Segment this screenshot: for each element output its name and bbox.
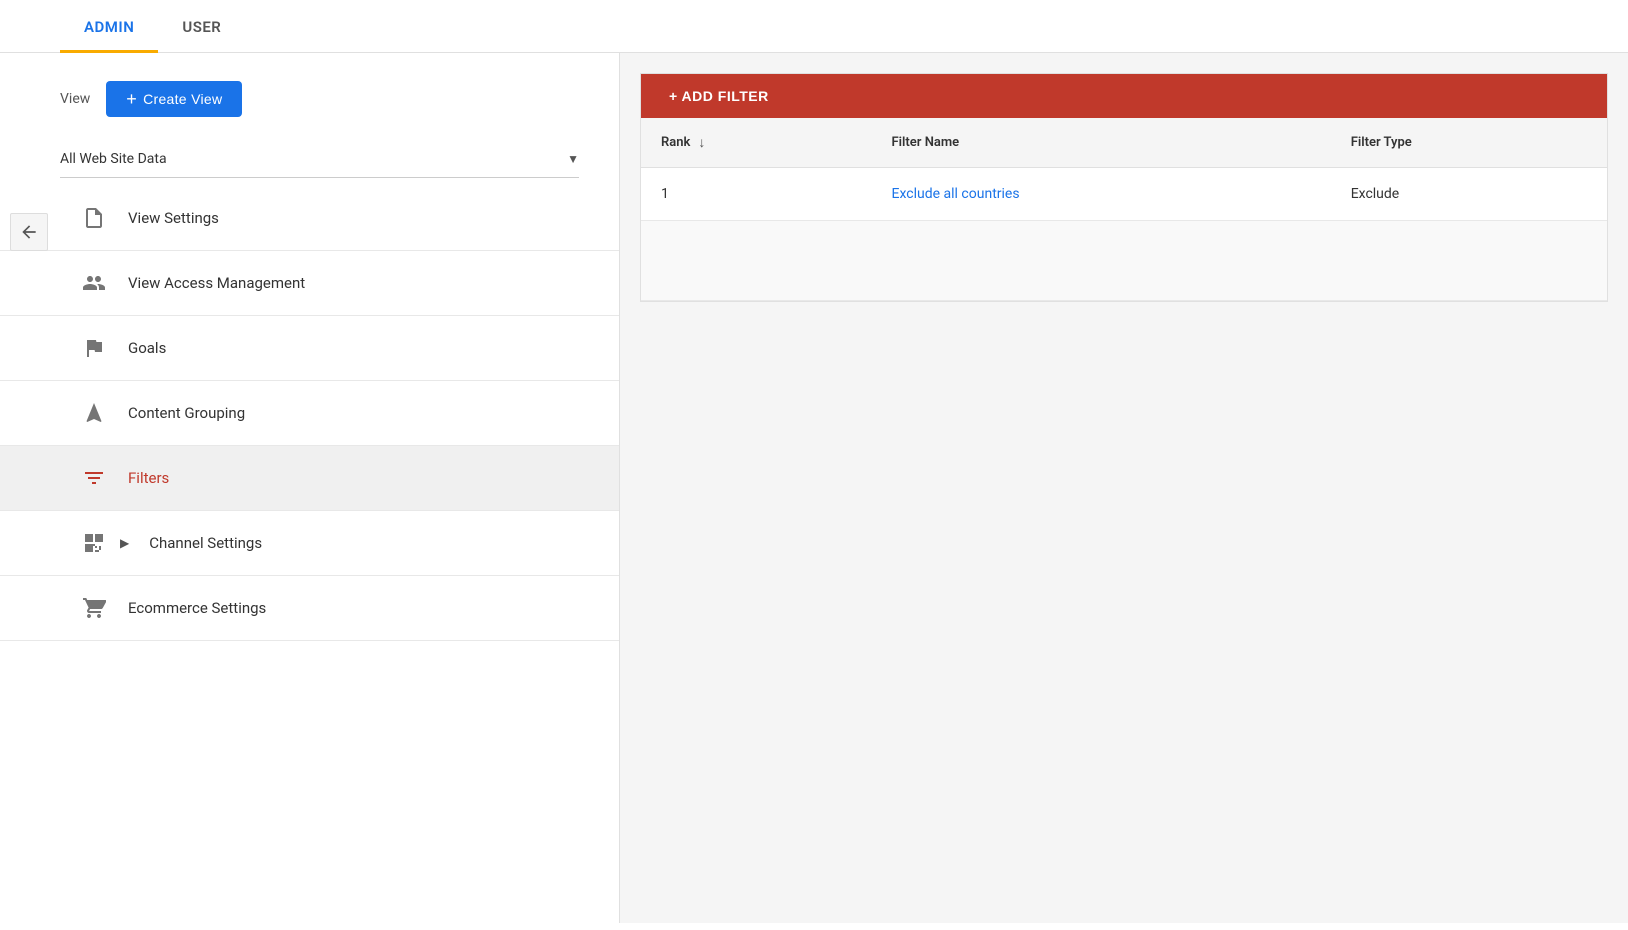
sidebar-item-view-access-management-label: View Access Management: [128, 274, 305, 292]
plus-icon: +: [126, 90, 137, 108]
sidebar-item-ecommerce-settings-label: Ecommerce Settings: [128, 599, 266, 617]
sidebar: View + Create View All Web Site Data ▼: [0, 53, 620, 923]
filter-name-link[interactable]: Exclude all countries: [892, 186, 1020, 202]
people-icon: [80, 269, 108, 297]
channel-icon: [80, 529, 108, 557]
sidebar-item-goals[interactable]: Goals: [0, 316, 619, 381]
view-row: View + Create View: [0, 53, 619, 141]
dropdown-selected-value: All Web Site Data: [60, 141, 567, 177]
content-grouping-icon: [80, 399, 108, 427]
view-dropdown[interactable]: All Web Site Data ▼: [60, 141, 579, 178]
create-view-button[interactable]: + Create View: [106, 81, 242, 117]
add-filter-button[interactable]: + ADD FILTER: [641, 74, 1607, 118]
content-area: + ADD FILTER Rank ↓ Filter Name Filter T…: [620, 53, 1628, 923]
tab-user[interactable]: USER: [158, 0, 245, 53]
rank-column-header[interactable]: Rank ↓: [641, 118, 872, 168]
sidebar-item-content-grouping-label: Content Grouping: [128, 404, 245, 422]
sidebar-item-view-settings-label: View Settings: [128, 209, 219, 227]
empty-row: [641, 221, 1607, 301]
filter-icon: [80, 464, 108, 492]
sidebar-item-channel-settings-label: Channel Settings: [149, 534, 262, 552]
dropdown-row: All Web Site Data ▼: [0, 141, 619, 178]
view-label: View: [60, 91, 90, 107]
filter-name-column-header: Filter Name: [872, 118, 1331, 168]
table-row: 1 Exclude all countries Exclude: [641, 168, 1607, 221]
sidebar-nav: View Settings View Access Management: [0, 186, 619, 641]
document-icon: [80, 204, 108, 232]
sidebar-item-view-access-management[interactable]: View Access Management: [0, 251, 619, 316]
cart-icon: [80, 594, 108, 622]
filter-table-container: + ADD FILTER Rank ↓ Filter Name Filter T…: [640, 73, 1608, 302]
filter-type-column-header: Filter Type: [1331, 118, 1607, 168]
flag-icon: [80, 334, 108, 362]
sidebar-item-filters-label: Filters: [128, 469, 169, 487]
filter-table: Rank ↓ Filter Name Filter Type 1 Exclude…: [641, 118, 1607, 301]
sidebar-item-goals-label: Goals: [128, 339, 166, 357]
sidebar-item-view-settings[interactable]: View Settings: [0, 186, 619, 251]
sidebar-item-ecommerce-settings[interactable]: Ecommerce Settings: [0, 576, 619, 641]
back-button[interactable]: [10, 213, 48, 251]
table-body: 1 Exclude all countries Exclude: [641, 168, 1607, 301]
main-layout: View + Create View All Web Site Data ▼: [0, 53, 1628, 923]
filter-name-cell: Exclude all countries: [872, 168, 1331, 221]
filter-type-cell: Exclude: [1331, 168, 1607, 221]
rank-cell: 1: [641, 168, 872, 221]
expand-icon: ▶: [120, 536, 129, 550]
tab-admin[interactable]: ADMIN: [60, 0, 158, 53]
sidebar-item-filters[interactable]: Filters: [0, 446, 619, 511]
top-tabs: ADMIN USER: [0, 0, 1628, 53]
create-view-label: Create View: [143, 91, 222, 107]
sidebar-item-channel-settings[interactable]: ▶ Channel Settings: [0, 511, 619, 576]
sort-icon: ↓: [698, 134, 705, 151]
chevron-down-icon: ▼: [567, 152, 579, 166]
table-header: Rank ↓ Filter Name Filter Type: [641, 118, 1607, 168]
sidebar-item-content-grouping[interactable]: Content Grouping: [0, 381, 619, 446]
